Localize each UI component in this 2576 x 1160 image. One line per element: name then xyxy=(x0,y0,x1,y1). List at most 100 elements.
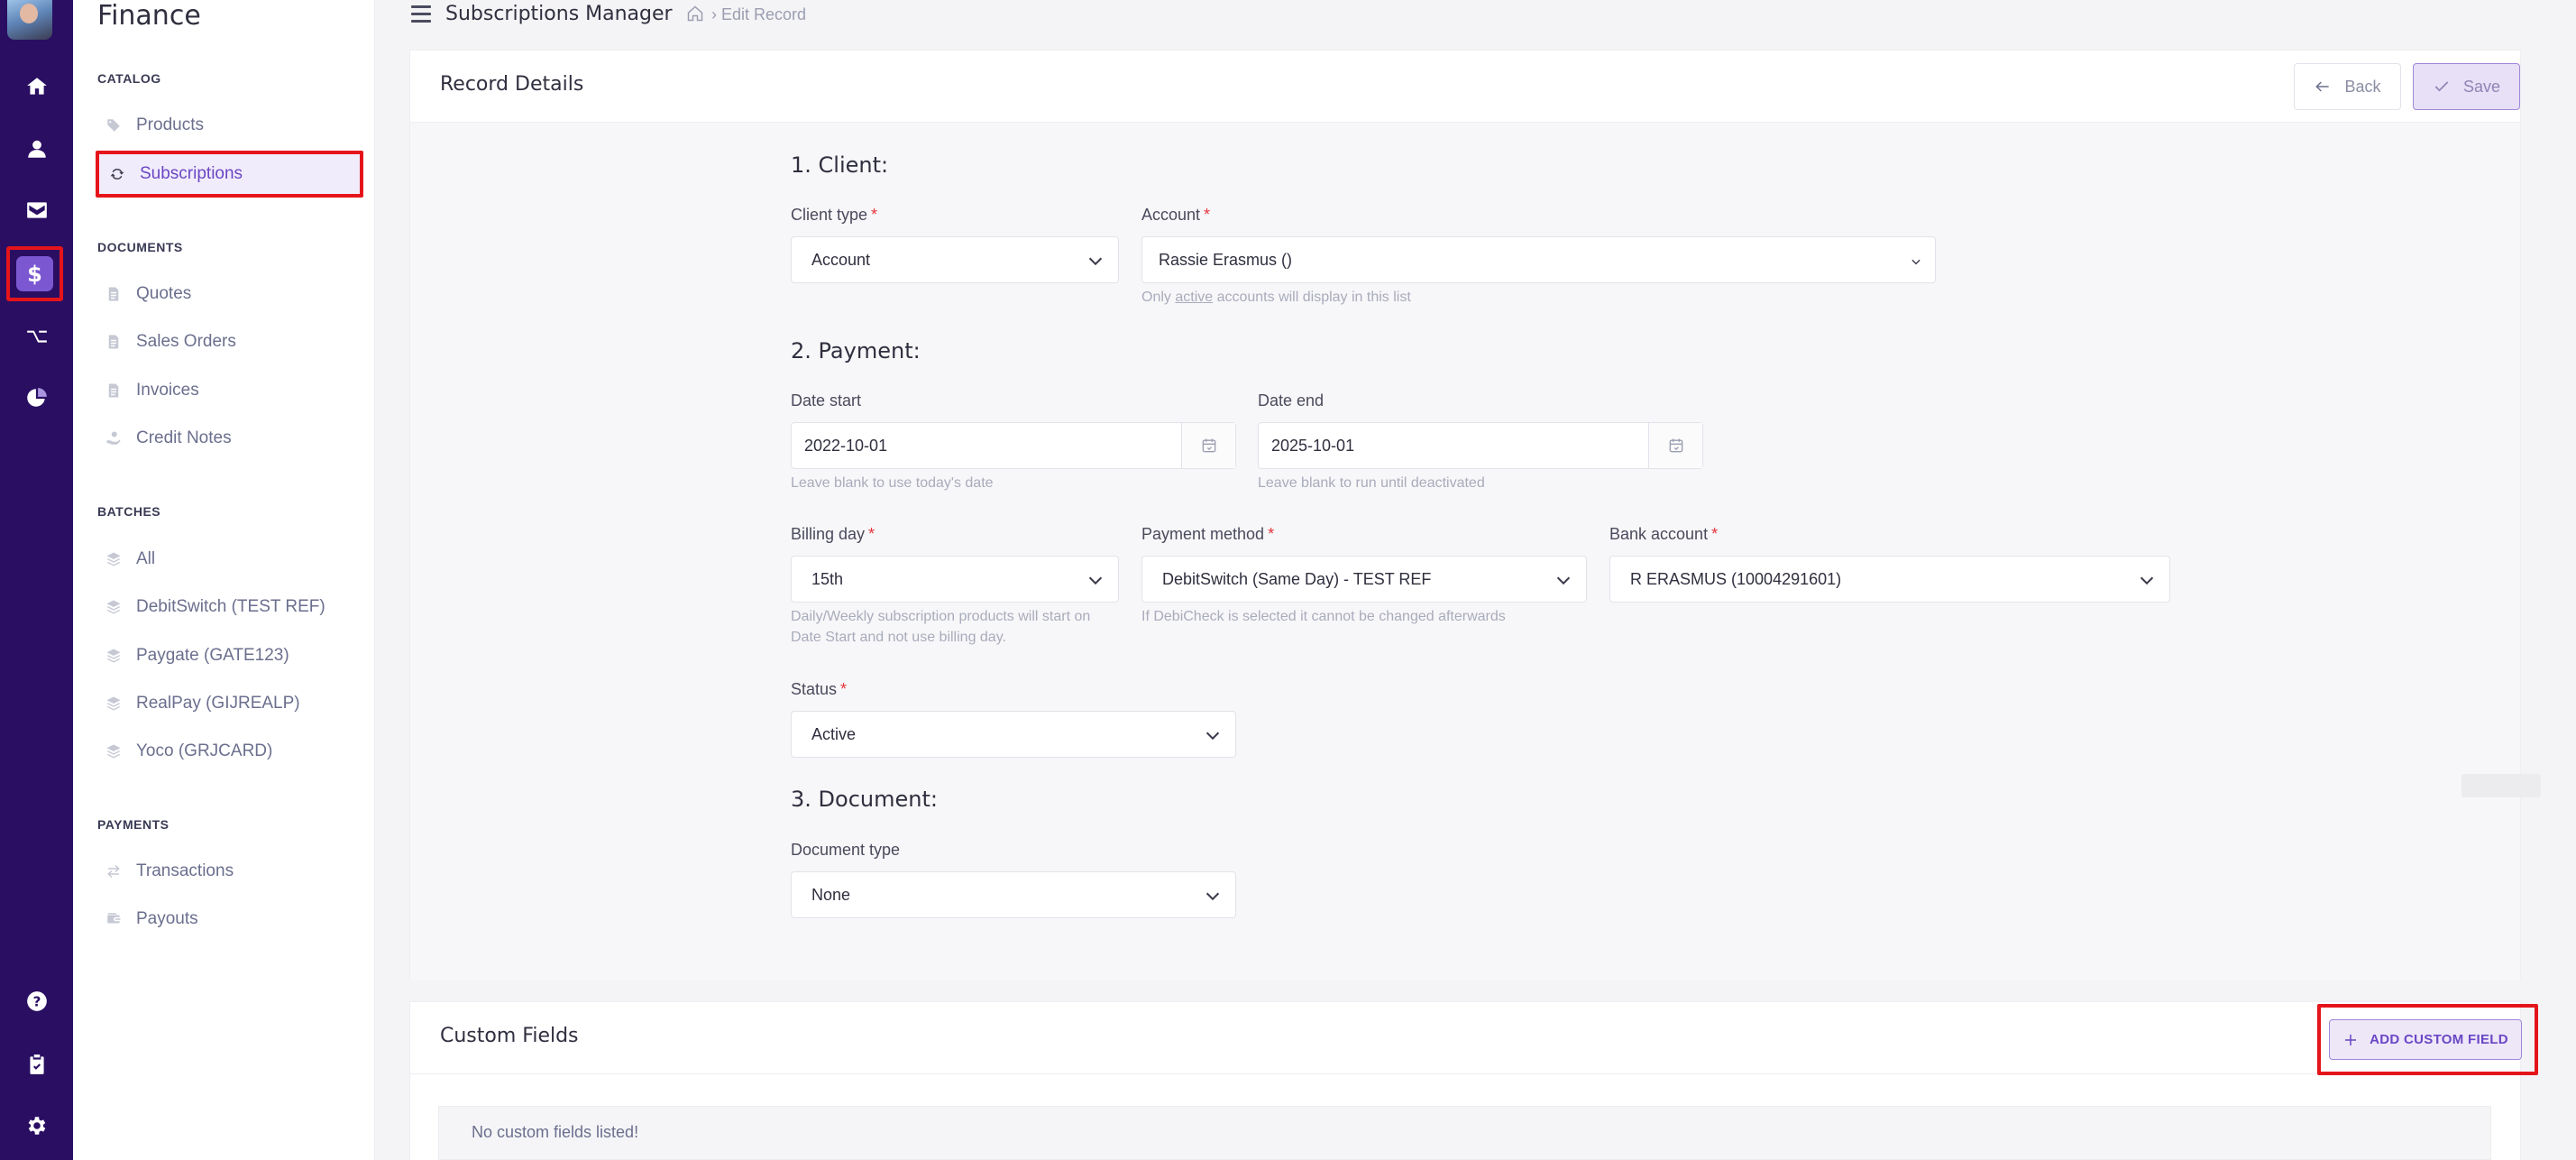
bank-account-label: Bank account * xyxy=(1609,525,1719,543)
status-select[interactable]: Active xyxy=(791,711,1236,758)
sidebar-item-label: Credit Notes xyxy=(136,428,232,447)
layers-icon xyxy=(105,648,122,664)
arrow-left-icon xyxy=(2315,81,2330,92)
custom-fields-header: Custom Fields xyxy=(410,1002,2520,1074)
sidebar-item-realpay[interactable]: RealPay (GIJREALP) xyxy=(105,686,300,722)
sidebar-item-label: Yoco (GRJCARD) xyxy=(136,741,273,760)
sidebar-item-all[interactable]: All xyxy=(105,541,155,577)
sidebar-item-yoco[interactable]: Yoco (GRJCARD) xyxy=(105,733,272,769)
sidebar-item-paygate[interactable]: Paygate (GATE123) xyxy=(105,638,289,674)
chevron-down-icon xyxy=(2137,570,2157,590)
sidebar-item-label: Products xyxy=(136,115,204,134)
avatar[interactable] xyxy=(7,0,52,40)
date-end-hint: Leave blank to run until deactivated xyxy=(1258,475,1485,491)
user-icon[interactable] xyxy=(0,126,73,171)
sidebar-item-label: Paygate (GATE123) xyxy=(136,646,289,665)
svg-text:?: ? xyxy=(32,993,41,1009)
record-details-card: Record Details Back Save 1. Client: Clie… xyxy=(409,50,2521,980)
payment-heading: 2. Payment: xyxy=(791,338,921,364)
sidebar: Finance CATALOG Products Subscriptions D… xyxy=(73,0,375,1160)
sidebar-item-label: Subscriptions xyxy=(140,164,243,183)
client-type-label: Client type * xyxy=(791,206,878,224)
custom-fields-title: Custom Fields xyxy=(440,1025,579,1047)
sidebar-title: Finance xyxy=(97,0,201,32)
hand-coin-icon xyxy=(105,430,122,447)
calendar-icon[interactable] xyxy=(1648,423,1702,468)
empty-state-text: No custom fields listed! xyxy=(472,1123,639,1141)
layers-icon xyxy=(105,743,122,760)
payment-method-select[interactable]: DebitSwitch (Same Day) - TEST REF xyxy=(1141,556,1587,603)
date-end-input[interactable]: 2025-10-01 xyxy=(1258,422,1703,469)
chevron-down-icon xyxy=(1910,253,1922,266)
date-start-input[interactable]: 2022-10-01 xyxy=(791,422,1236,469)
sidebar-item-debitswitch[interactable]: DebitSwitch (TEST REF) xyxy=(105,589,325,625)
account-hint: Only active accounts will display in thi… xyxy=(1141,290,1411,305)
billing-day-select[interactable]: 15th xyxy=(791,556,1119,603)
account-label: Account * xyxy=(1141,206,1211,224)
check-icon xyxy=(2434,81,2449,92)
save-button[interactable]: Save xyxy=(2413,63,2520,110)
sidebar-item-quotes[interactable]: Quotes xyxy=(105,276,191,312)
sidebar-item-label: Quotes xyxy=(136,284,192,303)
add-custom-field-highlight: ADD CUSTOM FIELD xyxy=(2317,1004,2538,1075)
document-heading: 3. Document: xyxy=(791,787,938,812)
chevron-down-icon xyxy=(1554,570,1573,590)
sidebar-item-sales-orders[interactable]: Sales Orders xyxy=(105,324,236,360)
add-custom-field-button[interactable]: ADD CUSTOM FIELD xyxy=(2329,1019,2522,1060)
top-bar: Subscriptions Manager › Edit Record xyxy=(375,0,2576,32)
custom-fields-empty-state: No custom fields listed! xyxy=(438,1106,2491,1160)
calendar-icon[interactable] xyxy=(1181,423,1235,468)
sidebar-item-label: DebitSwitch (TEST REF) xyxy=(136,597,325,616)
back-button[interactable]: Back xyxy=(2294,63,2401,110)
sidebar-item-invoices[interactable]: Invoices xyxy=(105,373,199,409)
document-type-select[interactable]: None xyxy=(791,871,1236,918)
record-details-body: 1. Client: Client type * Account Account *… xyxy=(410,123,2520,980)
account-select[interactable]: Rassie Erasmus () xyxy=(1141,236,1936,283)
sidebar-item-subscriptions[interactable]: Subscriptions xyxy=(96,151,363,198)
refresh-icon xyxy=(109,166,125,182)
document-icon xyxy=(105,334,122,350)
dollar-nav-highlight[interactable]: $ xyxy=(6,246,63,301)
sidebar-item-payouts[interactable]: Payouts xyxy=(105,901,198,937)
bank-account-select[interactable]: R ERASMUS (10004291601) xyxy=(1609,556,2170,603)
chevron-down-icon xyxy=(1203,725,1223,745)
sidebar-item-label: All xyxy=(136,549,156,568)
breadcrumb: › Edit Record xyxy=(711,5,807,23)
home-icon[interactable] xyxy=(0,64,73,109)
wallet-icon xyxy=(105,911,122,927)
clipboard-icon[interactable] xyxy=(0,1042,73,1087)
hamburger-menu-icon[interactable] xyxy=(411,5,431,23)
section-batches: BATCHES xyxy=(97,504,161,519)
client-heading: 1. Client: xyxy=(791,152,889,178)
swap-icon xyxy=(105,863,122,879)
document-icon xyxy=(105,382,122,399)
sidebar-item-transactions[interactable]: Transactions xyxy=(105,853,234,889)
client-type-select[interactable]: Account xyxy=(791,236,1119,283)
dollar-icon[interactable]: $ xyxy=(16,256,53,291)
active-link[interactable]: active xyxy=(1175,290,1213,305)
billing-day-label: Billing day * xyxy=(791,525,875,543)
payment-method-hint: If DebiCheck is selected it cannot be ch… xyxy=(1141,609,1506,624)
inbox-icon[interactable] xyxy=(0,188,73,233)
layers-icon xyxy=(105,695,122,712)
home-outline-icon[interactable] xyxy=(686,5,704,23)
payment-method-label: Payment method * xyxy=(1141,525,1275,543)
pie-chart-icon[interactable] xyxy=(0,375,73,420)
chevron-down-icon xyxy=(1086,570,1105,590)
layers-icon xyxy=(105,551,122,567)
chevron-down-icon xyxy=(1203,886,1223,906)
page-title: Subscriptions Manager xyxy=(445,3,673,25)
help-icon[interactable]: ? xyxy=(0,979,73,1024)
section-documents: DOCUMENTS xyxy=(97,240,183,254)
sidebar-item-products[interactable]: Products xyxy=(105,107,204,143)
workflow-icon[interactable] xyxy=(0,313,73,358)
settings-icon[interactable] xyxy=(0,1103,73,1148)
billing-day-hint: Daily/Weekly subscription products will … xyxy=(791,609,1091,645)
record-details-header: Record Details Back Save xyxy=(410,51,2520,123)
icon-rail: $ ? xyxy=(0,0,73,1160)
section-payments: PAYMENTS xyxy=(97,817,170,832)
date-start-hint: Leave blank to use today's date xyxy=(791,475,994,491)
sidebar-item-credit-notes[interactable]: Credit Notes xyxy=(105,420,232,456)
sidebar-item-label: Sales Orders xyxy=(136,332,236,351)
date-start-label: Date start xyxy=(791,391,862,410)
